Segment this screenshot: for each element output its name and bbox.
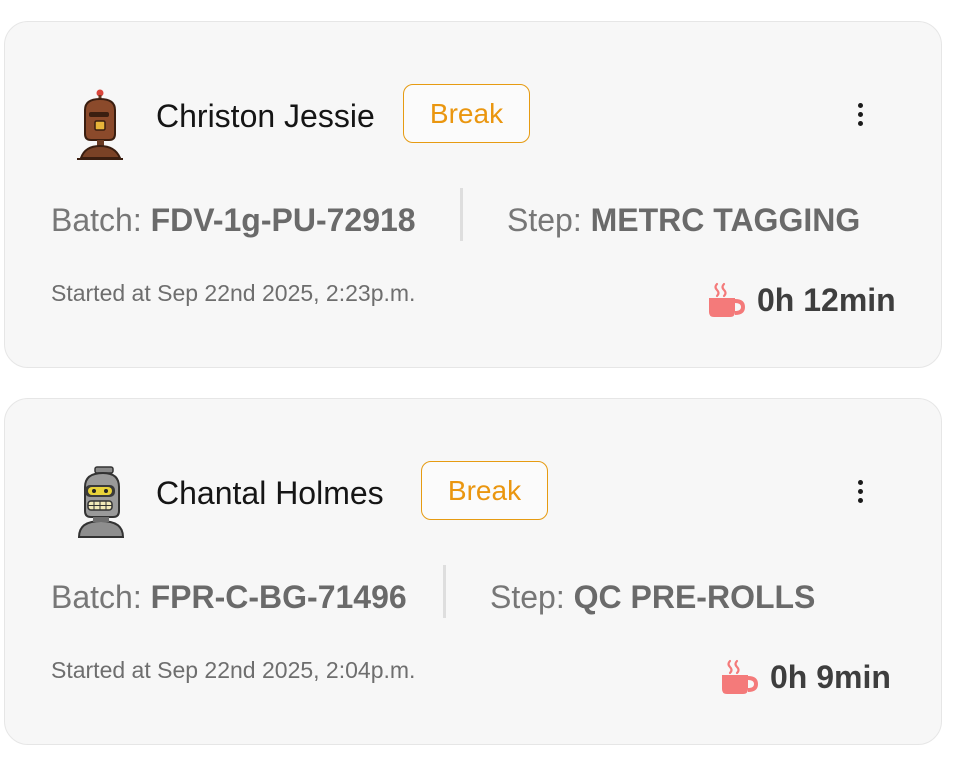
more-options-icon[interactable] (845, 471, 875, 511)
batch-label: Batch: (51, 202, 142, 238)
status-badge: Break (403, 84, 530, 143)
divider (443, 565, 446, 618)
worker-card[interactable]: Chantal Holmes Break Batch: FPR-C-BG-714… (4, 398, 942, 745)
robot-avatar-icon (77, 466, 125, 538)
break-timer: 0h 12min (707, 280, 896, 320)
status-badge: Break (421, 461, 548, 520)
coffee-cup-icon (722, 659, 758, 694)
coffee-cup-icon (709, 282, 745, 317)
worker-card-list: Christon Jessie Break Batch: FDV-1g-PU-7… (0, 0, 956, 762)
break-duration: 0h 9min (770, 659, 891, 695)
break-duration: 0h 12min (757, 282, 896, 318)
more-options-icon[interactable] (845, 94, 875, 134)
started-at-text: Started at Sep 22nd 2025, 2:04p.m. (51, 657, 416, 683)
step-value: QC PRE-ROLLS (573, 579, 816, 615)
step-value: METRC TAGGING (590, 202, 861, 238)
step-label: Step: (490, 579, 565, 615)
batch-value: FDV-1g-PU-72918 (150, 202, 416, 238)
worker-name: Christon Jessie (156, 98, 375, 134)
batch-value: FPR-C-BG-71496 (150, 579, 407, 615)
worker-card[interactable]: Christon Jessie Break Batch: FDV-1g-PU-7… (4, 21, 942, 368)
break-timer: 0h 9min (720, 657, 891, 697)
started-at-text: Started at Sep 22nd 2025, 2:23p.m. (51, 280, 416, 306)
batch-info: Batch: FDV-1g-PU-72918 (51, 198, 416, 242)
step-label: Step: (507, 202, 582, 238)
divider (460, 188, 463, 241)
step-info: Step: QC PRE-ROLLS (490, 575, 815, 619)
robot-avatar-icon (77, 89, 123, 160)
batch-label: Batch: (51, 579, 142, 615)
step-info: Step: METRC TAGGING (507, 198, 860, 242)
worker-name: Chantal Holmes (156, 475, 384, 511)
batch-info: Batch: FPR-C-BG-71496 (51, 575, 407, 619)
